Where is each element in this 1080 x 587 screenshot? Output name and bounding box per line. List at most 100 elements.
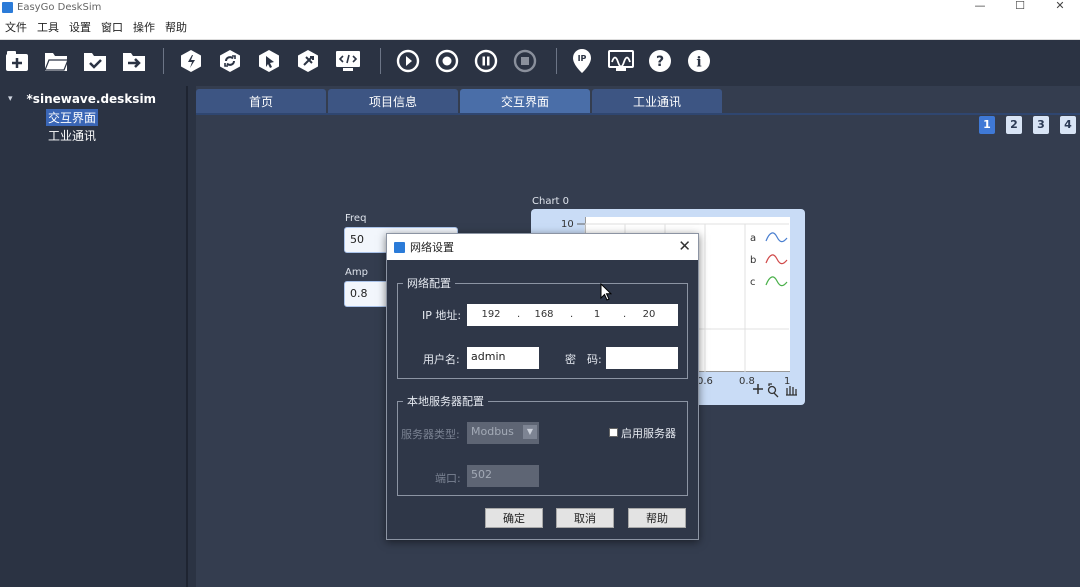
svg-text:i: i bbox=[696, 55, 701, 71]
ip-label: IP 地址: bbox=[422, 309, 462, 322]
tree-root-label: *sinewave.desksim bbox=[26, 92, 157, 106]
tab-project-info[interactable]: 项目信息 bbox=[328, 89, 458, 114]
help-button[interactable]: 帮助 bbox=[628, 508, 686, 528]
amp-label: Amp bbox=[345, 267, 368, 278]
record-icon[interactable] bbox=[434, 48, 460, 74]
username-label: 用户名: bbox=[423, 353, 460, 366]
toolbar-separator bbox=[380, 48, 381, 74]
menu-window[interactable]: 窗口 bbox=[96, 19, 128, 35]
new-file-icon[interactable] bbox=[4, 48, 30, 74]
minimize-button[interactable]: — bbox=[960, 0, 1000, 14]
chart-legend: a b c bbox=[750, 232, 788, 288]
chevron-down-icon: ▼ bbox=[523, 425, 537, 439]
server-type-label: 服务器类型: bbox=[401, 428, 460, 441]
ip-octet-4[interactable]: 20 bbox=[631, 304, 667, 326]
page-button-3[interactable]: 3 bbox=[1033, 116, 1049, 134]
mouse-cursor-icon bbox=[600, 283, 612, 301]
network-settings-dialog: 网络设置 ✕ 网络配置 IP 地址: 192 . 168 . 1 . 20 用户… bbox=[386, 233, 699, 540]
menu-bar: 文件 工具 设置 窗口 操作 帮助 bbox=[0, 14, 1080, 40]
chart-x-tick: 0.8 bbox=[739, 376, 755, 387]
page-button-1[interactable]: 1 bbox=[979, 116, 995, 134]
local-server-title: 本地服务器配置 bbox=[403, 393, 488, 409]
legend-label-a: a bbox=[750, 233, 756, 244]
port-input[interactable]: 502 bbox=[467, 465, 539, 487]
tree-item-industrial-comm[interactable]: 工业通讯 bbox=[46, 127, 98, 144]
legend-line-b bbox=[765, 254, 788, 265]
open-folder-icon[interactable] bbox=[43, 48, 69, 74]
page-selector: 1 2 3 4 bbox=[968, 116, 1080, 134]
chart-x-tick: 0.6 bbox=[697, 376, 713, 387]
dialog-title: 网络设置 bbox=[410, 241, 454, 254]
pan-hand-icon[interactable] bbox=[786, 386, 797, 396]
ip-octet-1[interactable]: 192 bbox=[473, 304, 509, 326]
project-tree: ▾ *sinewave.desksim 交互界面 工业通讯 bbox=[0, 86, 188, 587]
app-logo-icon bbox=[394, 241, 405, 253]
close-window-button[interactable]: ✕ bbox=[1040, 0, 1080, 14]
toolbar-separator bbox=[556, 48, 557, 74]
svg-text:IP: IP bbox=[578, 54, 587, 63]
build-icon[interactable] bbox=[178, 48, 204, 74]
port-label: 端口: bbox=[435, 472, 461, 485]
password-label: 密 码: bbox=[565, 353, 602, 366]
ip-octet-3[interactable]: 1 bbox=[579, 304, 615, 326]
menu-tools[interactable]: 工具 bbox=[32, 19, 64, 35]
menu-file[interactable]: 文件 bbox=[0, 19, 32, 35]
menu-help[interactable]: 帮助 bbox=[160, 19, 192, 35]
menu-settings[interactable]: 设置 bbox=[64, 19, 96, 35]
tab-home[interactable]: 首页 bbox=[196, 89, 326, 114]
title-bar: EasyGo DeskSim — ☐ ✕ bbox=[0, 0, 1080, 14]
ip-separator: . bbox=[570, 309, 574, 320]
ip-location-icon[interactable]: IP bbox=[569, 48, 595, 74]
help-icon[interactable]: ? bbox=[647, 48, 673, 74]
save-icon[interactable] bbox=[82, 48, 108, 74]
pause-icon[interactable] bbox=[473, 48, 499, 74]
tab-bar: 首页 项目信息 交互界面 工业通讯 bbox=[196, 89, 724, 114]
ip-octet-2[interactable]: 168 bbox=[526, 304, 562, 326]
oscilloscope-icon[interactable] bbox=[608, 48, 634, 74]
tree-item-interactive-ui[interactable]: 交互界面 bbox=[46, 109, 99, 126]
zoom-select-icon[interactable] bbox=[767, 383, 779, 398]
legend-label-b: b bbox=[750, 255, 756, 266]
info-icon[interactable]: i bbox=[686, 48, 712, 74]
svg-text:?: ? bbox=[656, 54, 664, 70]
app-logo-icon bbox=[2, 1, 13, 13]
enable-server-checkbox[interactable] bbox=[609, 428, 618, 437]
maximize-button[interactable]: ☐ bbox=[1000, 0, 1040, 14]
enable-server-label: 启用服务器 bbox=[621, 427, 676, 440]
page-button-4[interactable]: 4 bbox=[1060, 116, 1076, 134]
server-type-value: Modbus bbox=[471, 425, 514, 438]
ip-separator: . bbox=[623, 309, 627, 320]
password-input[interactable] bbox=[606, 347, 678, 369]
dialog-header: 网络设置 ✕ bbox=[387, 234, 698, 260]
freq-label: Freq bbox=[345, 213, 367, 224]
toolbar-separator bbox=[163, 48, 164, 74]
window-title: EasyGo DeskSim bbox=[17, 1, 102, 13]
export-icon[interactable] bbox=[121, 48, 147, 74]
ok-button[interactable]: 确定 bbox=[485, 508, 543, 528]
network-config-title: 网络配置 bbox=[403, 275, 455, 291]
ip-separator: . bbox=[517, 309, 521, 320]
menu-operate[interactable]: 操作 bbox=[128, 19, 160, 35]
collapse-arrow-icon[interactable]: ▾ bbox=[8, 94, 13, 104]
legend-line-a bbox=[765, 232, 788, 243]
debug-icon[interactable] bbox=[295, 48, 321, 74]
refresh-icon[interactable] bbox=[217, 48, 243, 74]
tree-root[interactable]: ▾ *sinewave.desksim bbox=[8, 92, 156, 106]
tab-industrial-comm[interactable]: 工业通讯 bbox=[592, 89, 722, 114]
tab-strip bbox=[196, 113, 1080, 115]
legend-label-c: c bbox=[750, 277, 756, 288]
tab-interactive-ui[interactable]: 交互界面 bbox=[460, 89, 590, 114]
code-window-icon[interactable] bbox=[334, 48, 362, 74]
chart-y-tick: 10 bbox=[561, 219, 574, 230]
close-icon[interactable]: ✕ bbox=[678, 237, 691, 255]
cancel-button[interactable]: 取消 bbox=[556, 508, 614, 528]
stop-icon[interactable] bbox=[512, 48, 538, 74]
server-type-select[interactable]: Modbus ▼ bbox=[467, 422, 539, 444]
play-icon[interactable] bbox=[395, 48, 421, 74]
username-input[interactable]: admin bbox=[467, 347, 539, 369]
toolbar: IP ? i bbox=[0, 40, 1080, 82]
chart-title: Chart 0 bbox=[532, 196, 570, 207]
ip-address-field[interactable]: 192 . 168 . 1 . 20 bbox=[467, 304, 678, 326]
page-button-2[interactable]: 2 bbox=[1006, 116, 1022, 134]
select-cursor-icon[interactable] bbox=[256, 48, 282, 74]
